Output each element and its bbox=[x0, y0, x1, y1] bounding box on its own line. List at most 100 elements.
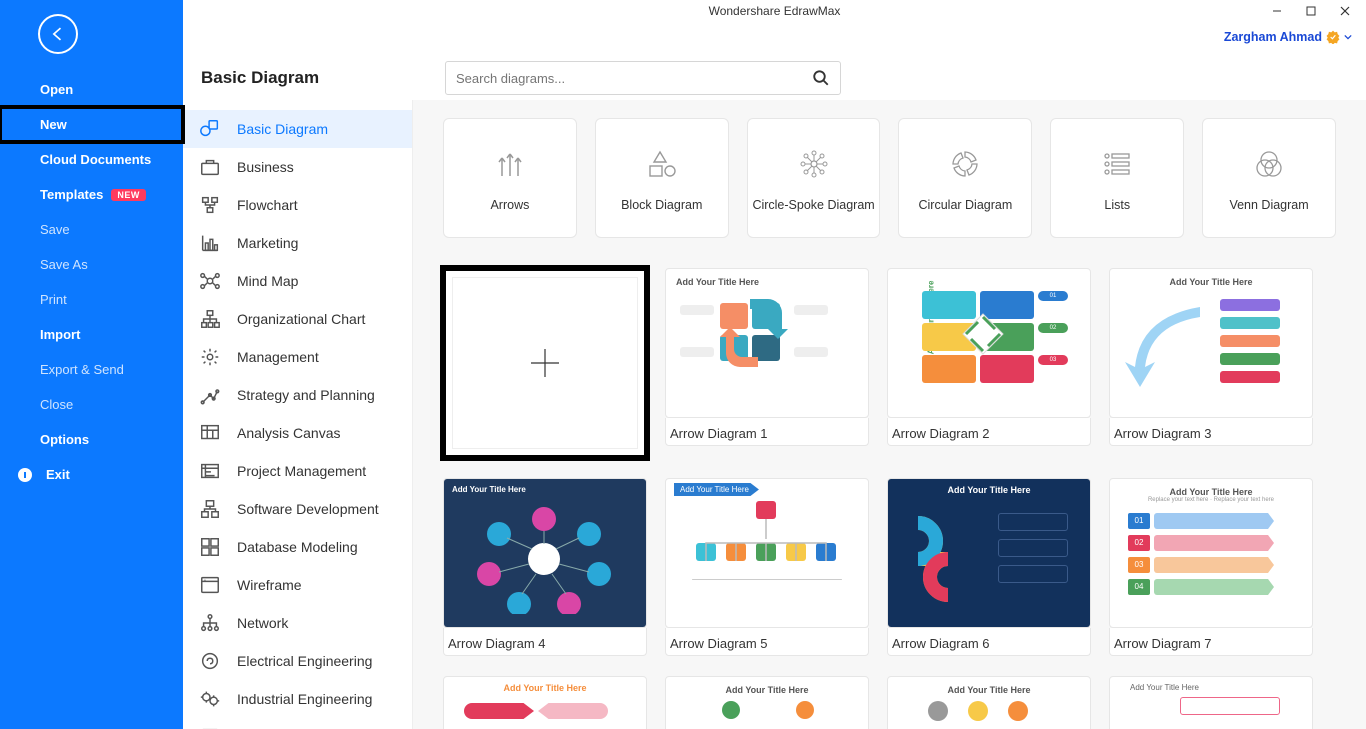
shapes-icon bbox=[199, 118, 221, 140]
category-label: Network bbox=[237, 615, 288, 631]
close-button[interactable] bbox=[1328, 0, 1362, 22]
template-arrow10[interactable]: Add Your Title Here bbox=[887, 676, 1091, 729]
template-arrow11[interactable]: Add Your Title Here bbox=[1109, 676, 1313, 729]
template-label: Arrow Diagram 6 bbox=[887, 628, 1091, 656]
category-label: Database Modeling bbox=[237, 539, 358, 555]
template-arrow8[interactable]: Add Your Title Here bbox=[443, 676, 647, 729]
category-strategy-and-planning[interactable]: Strategy and Planning bbox=[183, 376, 412, 414]
category-electrical-engineering[interactable]: Electrical Engineering bbox=[183, 642, 412, 680]
category-basic-diagram[interactable]: Basic Diagram bbox=[183, 110, 412, 148]
category-industrial-engineering[interactable]: Industrial Engineering bbox=[183, 680, 412, 718]
diagram-type-circular-diagram[interactable]: Circular Diagram bbox=[898, 118, 1032, 238]
nav-item-save-as[interactable]: Save As bbox=[0, 247, 183, 282]
template-label: Arrow Diagram 4 bbox=[443, 628, 647, 656]
template-thumb: Add Your Title Here bbox=[665, 268, 869, 418]
category-label: Management bbox=[237, 349, 319, 365]
type-label: Circular Diagram bbox=[919, 198, 1013, 212]
circular-icon bbox=[945, 144, 985, 184]
template-thumb: Add Your Title Here bbox=[887, 676, 1091, 729]
spoke-icon bbox=[794, 144, 834, 184]
template-arrow-diagram-6[interactable]: Add Your Title Here Arrow Diagram 6 bbox=[887, 478, 1091, 656]
category-organizational-chart[interactable]: Organizational Chart bbox=[183, 300, 412, 338]
arrows-icon bbox=[490, 144, 530, 184]
software-icon bbox=[199, 498, 221, 520]
nav-item-new[interactable]: New bbox=[0, 107, 183, 142]
category-label: Wireframe bbox=[237, 577, 302, 593]
diagram-type-venn-diagram[interactable]: Venn Diagram bbox=[1202, 118, 1336, 238]
template-arrow-diagram-2[interactable]: Add Your Title Here 01 02 03Arrow Diagra… bbox=[887, 268, 1091, 458]
nav-label: Save bbox=[40, 222, 70, 237]
nav-item-templates[interactable]: TemplatesNEW bbox=[0, 177, 183, 212]
template-arrow-diagram-3[interactable]: Add Your Title Here Arrow Diagram 3 bbox=[1109, 268, 1313, 458]
nav-item-options[interactable]: Options bbox=[0, 422, 183, 457]
template-arrow-diagram-4[interactable]: Add Your Title Here Arrow Diagram 4 bbox=[443, 478, 647, 656]
template-thumb: Add Your Title Here bbox=[887, 478, 1091, 628]
template-blank[interactable] bbox=[443, 268, 647, 458]
category-software-development[interactable]: Software Development bbox=[183, 490, 412, 528]
type-label: Circle-Spoke Diagram bbox=[752, 198, 874, 212]
template-arrow9[interactable]: Add Your Title Here bbox=[665, 676, 869, 729]
template-label: Arrow Diagram 5 bbox=[665, 628, 869, 656]
category-wireframe[interactable]: Wireframe bbox=[183, 566, 412, 604]
category-label: Organizational Chart bbox=[237, 311, 365, 327]
template-thumb: Add Your Title Here bbox=[665, 676, 869, 729]
templates-area: Arrows Block Diagram Circle-Spoke Diagram C… bbox=[413, 100, 1366, 729]
minimize-button[interactable] bbox=[1260, 0, 1294, 22]
type-label: Block Diagram bbox=[621, 198, 702, 212]
nav-label: Open bbox=[40, 82, 73, 97]
chart-icon bbox=[199, 232, 221, 254]
project-icon bbox=[199, 460, 221, 482]
back-button[interactable] bbox=[38, 14, 78, 54]
category-business[interactable]: Business bbox=[183, 148, 412, 186]
template-thumb: Add Your Title Here bbox=[665, 478, 869, 628]
category-label: Project Management bbox=[237, 463, 366, 479]
template-thumb: Add Your Title HereReplace your text her… bbox=[1109, 478, 1313, 628]
mind-icon bbox=[199, 270, 221, 292]
exit-icon bbox=[18, 468, 32, 482]
template-thumb: Add Your Title Here bbox=[1109, 268, 1313, 418]
template-thumb bbox=[443, 268, 647, 458]
nav-label: Import bbox=[40, 327, 80, 342]
nav-item-open[interactable]: Open bbox=[0, 72, 183, 107]
search-icon[interactable] bbox=[812, 69, 830, 87]
search-input-wrap[interactable] bbox=[445, 61, 841, 95]
category-mind-map[interactable]: Mind Map bbox=[183, 262, 412, 300]
template-arrow-diagram-5[interactable]: Add Your Title Here Arrow Diagram 5 bbox=[665, 478, 869, 656]
category-marketing[interactable]: Marketing bbox=[183, 224, 412, 262]
diagram-type-circle-spoke-diagram[interactable]: Circle-Spoke Diagram bbox=[747, 118, 881, 238]
category-label: Basic Diagram bbox=[237, 121, 328, 137]
category-database-modeling[interactable]: Database Modeling bbox=[183, 528, 412, 566]
template-label: Arrow Diagram 7 bbox=[1109, 628, 1313, 656]
chevron-down-icon bbox=[1344, 33, 1352, 41]
nav-item-exit[interactable]: Exit bbox=[0, 457, 183, 492]
category-label: Mind Map bbox=[237, 273, 298, 289]
category-label: Business bbox=[237, 159, 294, 175]
nav-item-cloud-documents[interactable]: Cloud Documents bbox=[0, 142, 183, 177]
user-account[interactable]: Zargham Ahmad bbox=[1224, 30, 1352, 44]
nav-label: Save As bbox=[40, 257, 88, 272]
category-label: Strategy and Planning bbox=[237, 387, 375, 403]
canvas-icon bbox=[199, 422, 221, 444]
maximize-button[interactable] bbox=[1294, 0, 1328, 22]
nav-item-import[interactable]: Import bbox=[0, 317, 183, 352]
diagram-type-lists[interactable]: Lists bbox=[1050, 118, 1184, 238]
category-management[interactable]: Management bbox=[183, 338, 412, 376]
header-row: Basic Diagram bbox=[183, 50, 1366, 96]
nav-label: Exit bbox=[46, 467, 70, 482]
template-arrow-diagram-1[interactable]: Add Your Title Here Arrow Diagram 1 bbox=[665, 268, 869, 458]
category-network[interactable]: Network bbox=[183, 604, 412, 642]
template-arrow-diagram-7[interactable]: Add Your Title HereReplace your text her… bbox=[1109, 478, 1313, 656]
diagram-type-block-diagram[interactable]: Block Diagram bbox=[595, 118, 729, 238]
category-building-plan[interactable]: Building Plan bbox=[183, 718, 412, 729]
nav-item-print[interactable]: Print bbox=[0, 282, 183, 317]
nav-item-close[interactable]: Close bbox=[0, 387, 183, 422]
nav-item-save[interactable]: Save bbox=[0, 212, 183, 247]
diagram-type-arrows[interactable]: Arrows bbox=[443, 118, 577, 238]
category-analysis-canvas[interactable]: Analysis Canvas bbox=[183, 414, 412, 452]
search-input[interactable] bbox=[456, 71, 812, 86]
nav-item-export-send[interactable]: Export & Send bbox=[0, 352, 183, 387]
category-flowchart[interactable]: Flowchart bbox=[183, 186, 412, 224]
template-label: Arrow Diagram 1 bbox=[665, 418, 869, 446]
page-title: Basic Diagram bbox=[201, 68, 445, 88]
category-project-management[interactable]: Project Management bbox=[183, 452, 412, 490]
